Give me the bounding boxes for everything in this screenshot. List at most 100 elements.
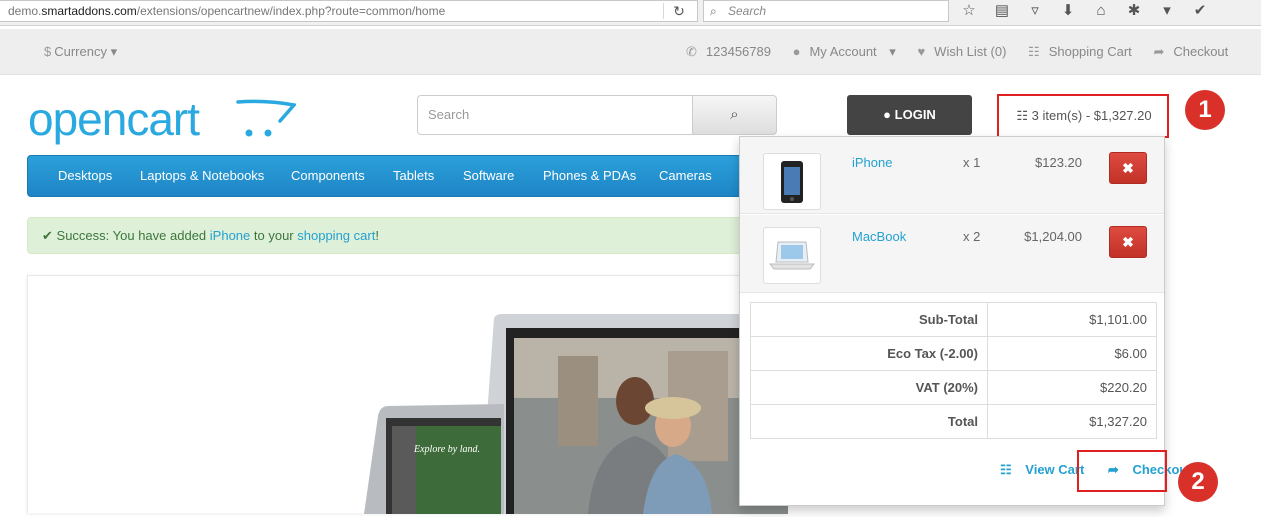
annotation-box-checkout	[1077, 450, 1167, 492]
cart-item-row: MacBook x 2 $1,204.00 ✖	[740, 215, 1164, 293]
cart-item-name[interactable]: iPhone	[852, 155, 892, 170]
view-cart-label: View Cart	[1025, 462, 1085, 477]
url-prefix: demo.	[8, 4, 42, 18]
totals-row: Total $1,327.20	[750, 404, 1157, 439]
banner-text: Explore by land.	[413, 444, 480, 455]
menu-item-phones[interactable]: Phones & PDAs	[543, 156, 636, 196]
cart-item-qty: x 1	[963, 155, 981, 170]
totals-label: Total	[750, 404, 988, 439]
reading-list-icon[interactable]: ▤	[991, 0, 1013, 22]
checkout-label: Checkout	[1173, 44, 1229, 59]
totals-label: Sub-Total	[750, 302, 988, 337]
remove-item-button[interactable]: ✖	[1109, 152, 1147, 184]
browser-toolbar: demo.smartaddons.com/extensions/opencart…	[0, 0, 1261, 26]
browser-search-input[interactable]: ⌕ Search	[703, 0, 949, 22]
annotation-box-cart	[997, 94, 1169, 138]
top-links: ✆ 123456789 ● My Account ▾ ♥ Wish List (0) …	[686, 44, 1246, 60]
alert-cart-link[interactable]: shopping cart	[297, 228, 375, 243]
search-button[interactable]: ⌕	[692, 95, 777, 135]
menu-item-cameras[interactable]: Cameras	[659, 156, 712, 196]
wish-list-link[interactable]: ♥ Wish List (0)	[917, 44, 1015, 59]
cart-item-price: $123.20	[1035, 155, 1082, 170]
url-domain: smartaddons.com	[41, 4, 137, 18]
cart-totals-table: Sub-Total $1,101.00 Eco Tax (-2.00) $6.00 …	[750, 302, 1157, 439]
cart-icon: ☷	[1028, 44, 1040, 59]
user-icon: ●	[883, 107, 892, 122]
cart-item-row: iPhone x 1 $123.20 ✖	[740, 137, 1164, 214]
close-icon: ✖	[1122, 234, 1134, 250]
totals-row: Sub-Total $1,101.00	[750, 302, 1157, 337]
slideshow-banner[interactable]: Explore by land.	[27, 275, 788, 514]
browser-search-placeholder: Search	[728, 4, 767, 18]
phone-label: 123456789	[705, 44, 771, 59]
alert-middle: to your	[253, 228, 294, 243]
shopping-cart-link[interactable]: ☷ Shopping Cart	[1028, 44, 1141, 59]
user-icon: ●	[792, 44, 801, 59]
main-menu: Desktops Laptops & Notebooks Components …	[27, 155, 787, 197]
totals-label: VAT (20%)	[750, 370, 988, 405]
macbook-thumbnail[interactable]	[763, 227, 821, 284]
success-alert: ✔ Success: You have added iPhone to your…	[27, 217, 787, 254]
shopping-cart-label: Shopping Cart	[1048, 44, 1132, 59]
wish-list-label: Wish List (0)	[934, 44, 1007, 59]
pocket-icon[interactable]: ▿	[1024, 0, 1046, 22]
my-account-link[interactable]: ● My Account ▾	[793, 44, 905, 59]
download-icon[interactable]: ⬇	[1057, 0, 1079, 22]
url-separator	[663, 3, 664, 19]
currency-label: Currency	[54, 44, 107, 59]
caret-down-icon: ▾	[889, 44, 896, 59]
url-path: /extensions/opencartnew/index.php?route=…	[136, 4, 446, 18]
currency-dropdown[interactable]: $ Currency ▾	[44, 44, 117, 60]
menu-item-software[interactable]: Software	[463, 156, 514, 196]
search-input[interactable]: Search	[417, 95, 693, 135]
menu-item-components[interactable]: Components	[291, 156, 365, 196]
phone-icon: ✆	[686, 44, 697, 59]
dropdown-arrow-icon[interactable]: ▾	[1156, 0, 1178, 22]
top-links-bar: $ Currency ▾ ✆ 123456789 ● My Account ▾ ♥ Wi…	[0, 29, 1261, 75]
laptop-banner-image: Explore by land.	[364, 314, 788, 514]
reload-icon[interactable]: ↻	[670, 2, 688, 20]
macbook-image	[768, 241, 816, 270]
phone-link[interactable]: ✆ 123456789	[686, 44, 780, 59]
share-icon: ➦	[1153, 44, 1165, 59]
check-circle-icon: ✔	[42, 228, 53, 243]
totals-label: Eco Tax (-2.00)	[750, 336, 988, 371]
menu-item-tablets[interactable]: Tablets	[393, 156, 434, 196]
check-circle-icon[interactable]: ✔	[1189, 0, 1211, 22]
menu-item-laptops[interactable]: Laptops & Notebooks	[140, 156, 264, 196]
totals-value: $1,327.20	[987, 404, 1157, 439]
alert-product-link[interactable]: iPhone	[210, 228, 250, 243]
cart-item-qty: x 2	[963, 229, 981, 244]
search-icon: ⌕	[710, 4, 717, 18]
extension-icon[interactable]: ✱	[1123, 0, 1145, 22]
search-icon: ⌕	[730, 106, 739, 123]
menu-item-desktops[interactable]: Desktops	[58, 156, 112, 196]
cart-icon: ☷	[1000, 462, 1012, 477]
home-icon[interactable]: ⌂	[1090, 0, 1112, 22]
caret-down-icon: ▾	[110, 44, 118, 59]
logo-cart-icon	[236, 99, 296, 137]
annotation-badge-1: 1	[1185, 90, 1225, 130]
totals-value: $220.20	[987, 370, 1157, 405]
totals-value: $1,101.00	[987, 302, 1157, 337]
checkout-link[interactable]: ➦ Checkout	[1153, 44, 1237, 59]
cart-item-price: $1,204.00	[1024, 229, 1082, 244]
totals-row: VAT (20%) $220.20	[750, 370, 1157, 405]
totals-row: Eco Tax (-2.00) $6.00	[750, 336, 1157, 371]
search-bar: Search ⌕	[417, 95, 777, 135]
address-bar[interactable]: demo.smartaddons.com/extensions/opencart…	[0, 0, 698, 22]
totals-value: $6.00	[987, 336, 1157, 371]
alert-prefix: Success: You have added	[56, 228, 207, 243]
dollar-icon: $	[44, 44, 52, 59]
bookmark-star-icon[interactable]: ☆	[958, 0, 980, 22]
cart-item-name[interactable]: MacBook	[852, 229, 906, 244]
remove-item-button[interactable]: ✖	[1109, 226, 1147, 258]
login-button[interactable]: ● LOGIN	[847, 95, 972, 135]
iphone-image	[781, 161, 803, 203]
annotation-badge-2: 2	[1178, 462, 1218, 502]
browser-tools: ☆ ▤ ▿ ⬇ ⌂ ✱ ▾ ✔	[958, 0, 1222, 22]
iphone-thumbnail[interactable]	[763, 153, 821, 210]
heart-icon: ♥	[917, 44, 926, 59]
opencart-logo[interactable]: opencart	[28, 94, 200, 144]
close-icon: ✖	[1122, 160, 1134, 176]
